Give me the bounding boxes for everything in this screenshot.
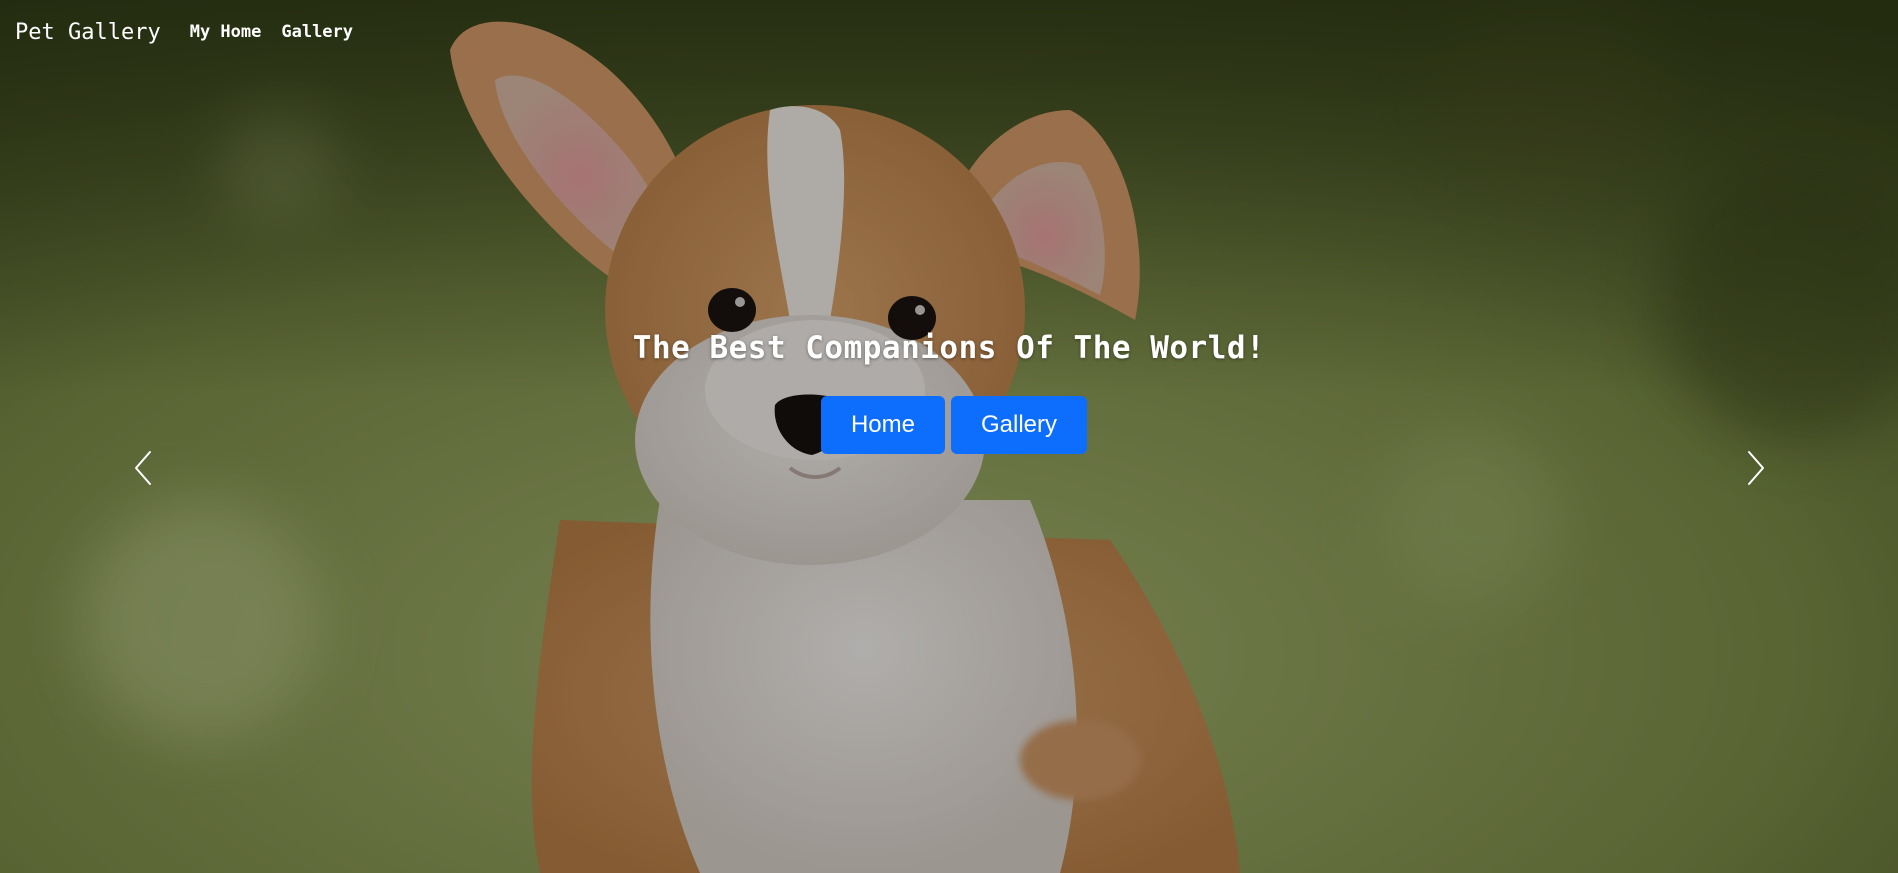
home-button[interactable]: Home (820, 396, 945, 454)
gallery-button[interactable]: Gallery (951, 396, 1088, 454)
top-navbar: Pet Gallery My Home Gallery (0, 0, 373, 64)
carousel-next-button[interactable] (1741, 448, 1771, 488)
hero-button-group: Home Gallery (0, 396, 1898, 454)
hero-caption: The Best Companions Of The World! Home G… (0, 330, 1898, 454)
nav-link-my-home[interactable]: My Home (190, 22, 262, 42)
hero-headline: The Best Companions Of The World! (632, 330, 1266, 366)
carousel-prev-button[interactable] (128, 448, 158, 488)
chevron-right-icon (1748, 451, 1764, 485)
brand-link[interactable]: Pet Gallery (15, 20, 161, 45)
chevron-left-icon (135, 451, 151, 485)
nav-link-gallery[interactable]: Gallery (281, 22, 353, 42)
hero-carousel: Pet Gallery My Home Gallery The Best Com… (0, 0, 1898, 873)
